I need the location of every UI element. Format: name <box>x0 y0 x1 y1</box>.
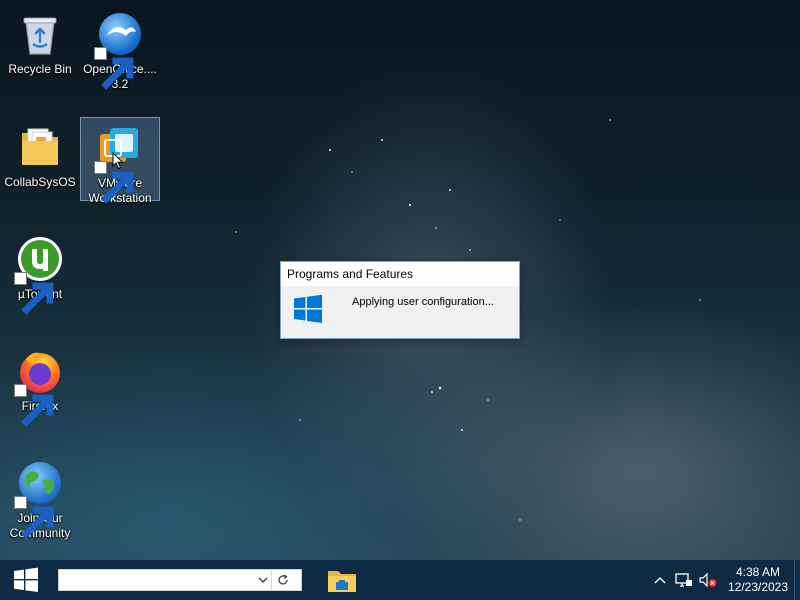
programs-and-features-dialog[interactable]: Programs and Features Applying user conf… <box>280 261 520 339</box>
recycle-bin-icon <box>23 17 57 55</box>
dialog-body: Applying user configuration... <box>281 286 519 324</box>
shortcut-arrow-icon <box>14 496 54 539</box>
desktop-icon-collabsysos[interactable]: CollabSysOS <box>0 117 80 201</box>
taskbar-clock[interactable]: 4:38 AM 12/23/2023 <box>722 565 794 595</box>
chevron-down-icon[interactable] <box>255 570 271 590</box>
dialog-title: Programs and Features <box>281 262 519 286</box>
search-input[interactable] <box>59 570 255 590</box>
network-icon[interactable] <box>672 560 696 600</box>
desktop-icon-label: Recycle Bin <box>8 62 72 76</box>
refresh-icon[interactable] <box>271 570 293 590</box>
show-desktop-button[interactable] <box>794 560 800 600</box>
shortcut-arrow-icon <box>14 384 54 427</box>
desktop-icon-join-community[interactable]: Join Our Community <box>0 453 80 540</box>
shortcut-arrow-icon <box>94 47 134 90</box>
clock-date: 12/23/2023 <box>727 580 789 594</box>
dialog-message: Applying user configuration... <box>352 296 494 308</box>
file-explorer-icon <box>328 571 356 592</box>
desktop-icon-openoffice[interactable]: OpenOffice.... 3.2 <box>80 4 160 91</box>
clock-time: 4:38 AM <box>735 565 781 579</box>
desktop-icon-utorrent[interactable]: µTorrent <box>0 229 80 315</box>
windows-logo-icon <box>294 294 322 323</box>
volume-muted-icon[interactable] <box>696 560 720 600</box>
taskbar-file-explorer[interactable] <box>320 560 364 600</box>
mouse-cursor-icon <box>112 152 124 170</box>
folder-icon <box>22 128 58 165</box>
shortcut-arrow-icon <box>14 272 54 315</box>
shortcut-arrow-icon <box>94 161 134 204</box>
taskbar: 4:38 AM 12/23/2023 <box>0 560 800 600</box>
chevron-up-icon[interactable] <box>648 560 672 600</box>
taskbar-search-box <box>58 569 302 591</box>
start-button[interactable] <box>0 560 52 600</box>
windows-start-icon <box>14 567 38 592</box>
system-tray: 4:38 AM 12/23/2023 <box>648 560 800 600</box>
desktop-icon-recycle-bin[interactable]: Recycle Bin <box>0 4 80 88</box>
desktop-icon-label: CollabSysOS <box>4 175 76 189</box>
desktop-icon-firefox[interactable]: Firefox <box>0 341 80 427</box>
